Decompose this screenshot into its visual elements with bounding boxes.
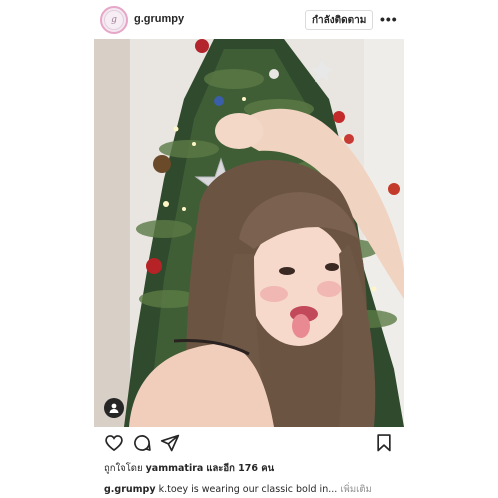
avatar[interactable]: g	[100, 6, 128, 34]
heart-icon[interactable]	[104, 433, 124, 453]
photo-illustration	[94, 39, 404, 427]
following-button[interactable]: กำลังติดตาม	[305, 10, 374, 30]
post-actions	[94, 433, 404, 455]
bookmark-icon[interactable]	[374, 433, 394, 453]
paper-plane-icon[interactable]	[160, 433, 180, 453]
caption-more-link[interactable]: เพิ่มเติม	[340, 484, 371, 495]
likes-summary: ถูกใจโดย yammatira และอีก 176 คน	[104, 461, 274, 476]
post-photo[interactable]	[94, 39, 404, 427]
post-caption: g.grumpy k.toey is wearing our classic b…	[104, 482, 372, 497]
post-username[interactable]: g.grumpy	[134, 13, 184, 25]
likes-suffix[interactable]: และอีก 176 คน	[206, 463, 274, 474]
caption-text: k.toey is wearing our classic bold in...	[158, 484, 338, 495]
likes-prefix: ถูกใจโดย	[104, 463, 143, 474]
post-header: g g.grumpy กำลังติดตาม •••	[94, 4, 404, 36]
user-tag-icon[interactable]	[104, 398, 124, 418]
avatar-letter: g	[104, 10, 124, 30]
instagram-post: g g.grumpy กำลังติดตาม ••• ถูกใจโดย yamm…	[94, 0, 404, 498]
likes-user[interactable]: yammatira	[146, 463, 204, 474]
more-horizontal-icon[interactable]: •••	[380, 12, 398, 26]
comment-icon[interactable]	[132, 433, 152, 453]
caption-username[interactable]: g.grumpy	[104, 484, 156, 495]
